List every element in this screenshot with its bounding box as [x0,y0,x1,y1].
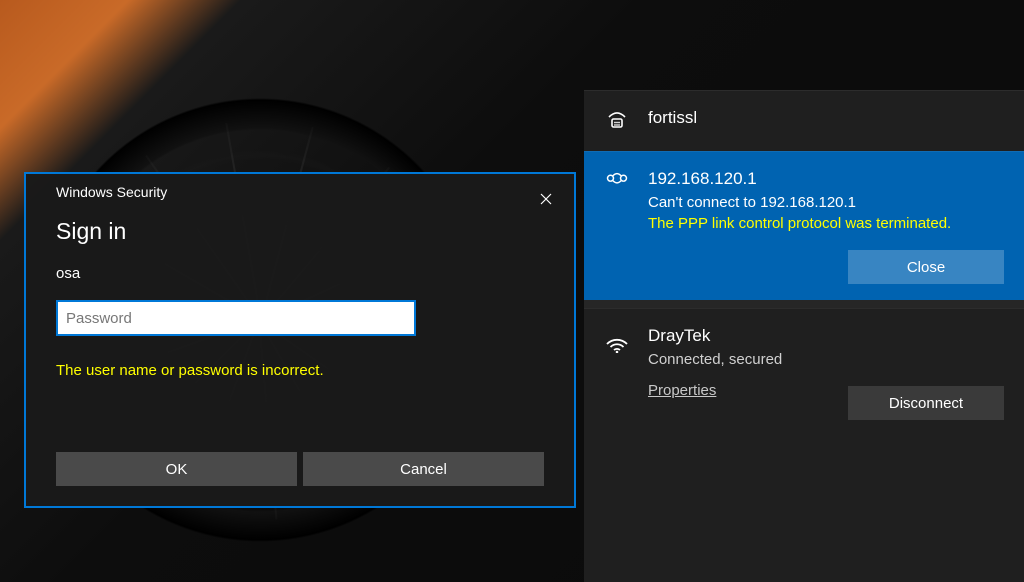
disconnect-button[interactable]: Disconnect [848,386,1004,420]
network-item-draytek[interactable]: DrayTek Connected, secured Properties Di… [584,308,1024,436]
properties-link[interactable]: Properties [648,382,716,399]
network-name: 192.168.120.1 [648,168,1004,190]
dialup-icon [604,109,630,135]
vpn-icon [604,170,630,196]
network-name: fortissl [648,107,1004,129]
dialog-username: osa [56,265,544,282]
ok-button[interactable]: OK [56,452,297,486]
windows-security-dialog: Windows Security Sign in osa The user na… [24,172,576,508]
dialog-error-message: The user name or password is incorrect. [56,362,544,379]
network-status: Connected, secured [648,351,1004,368]
dialog-heading: Sign in [56,218,544,245]
network-item-fortissl[interactable]: fortissl [584,90,1024,151]
network-flyout: fortissl 192.168.120.1 Can't connect to … [584,90,1024,582]
password-input[interactable] [56,300,416,336]
network-name: DrayTek [648,325,1004,347]
wifi-icon [604,327,630,353]
separator [584,300,1024,308]
cancel-button[interactable]: Cancel [303,452,544,486]
close-button[interactable] [524,184,568,214]
dialog-window-title: Windows Security [56,184,167,200]
network-status: Can't connect to 192.168.120.1 [648,194,1004,211]
close-icon [540,193,552,205]
close-connection-button[interactable]: Close [848,250,1004,284]
network-item-vpn[interactable]: 192.168.120.1 Can't connect to 192.168.1… [584,151,1024,300]
network-error: The PPP link control protocol was termin… [648,215,1004,232]
